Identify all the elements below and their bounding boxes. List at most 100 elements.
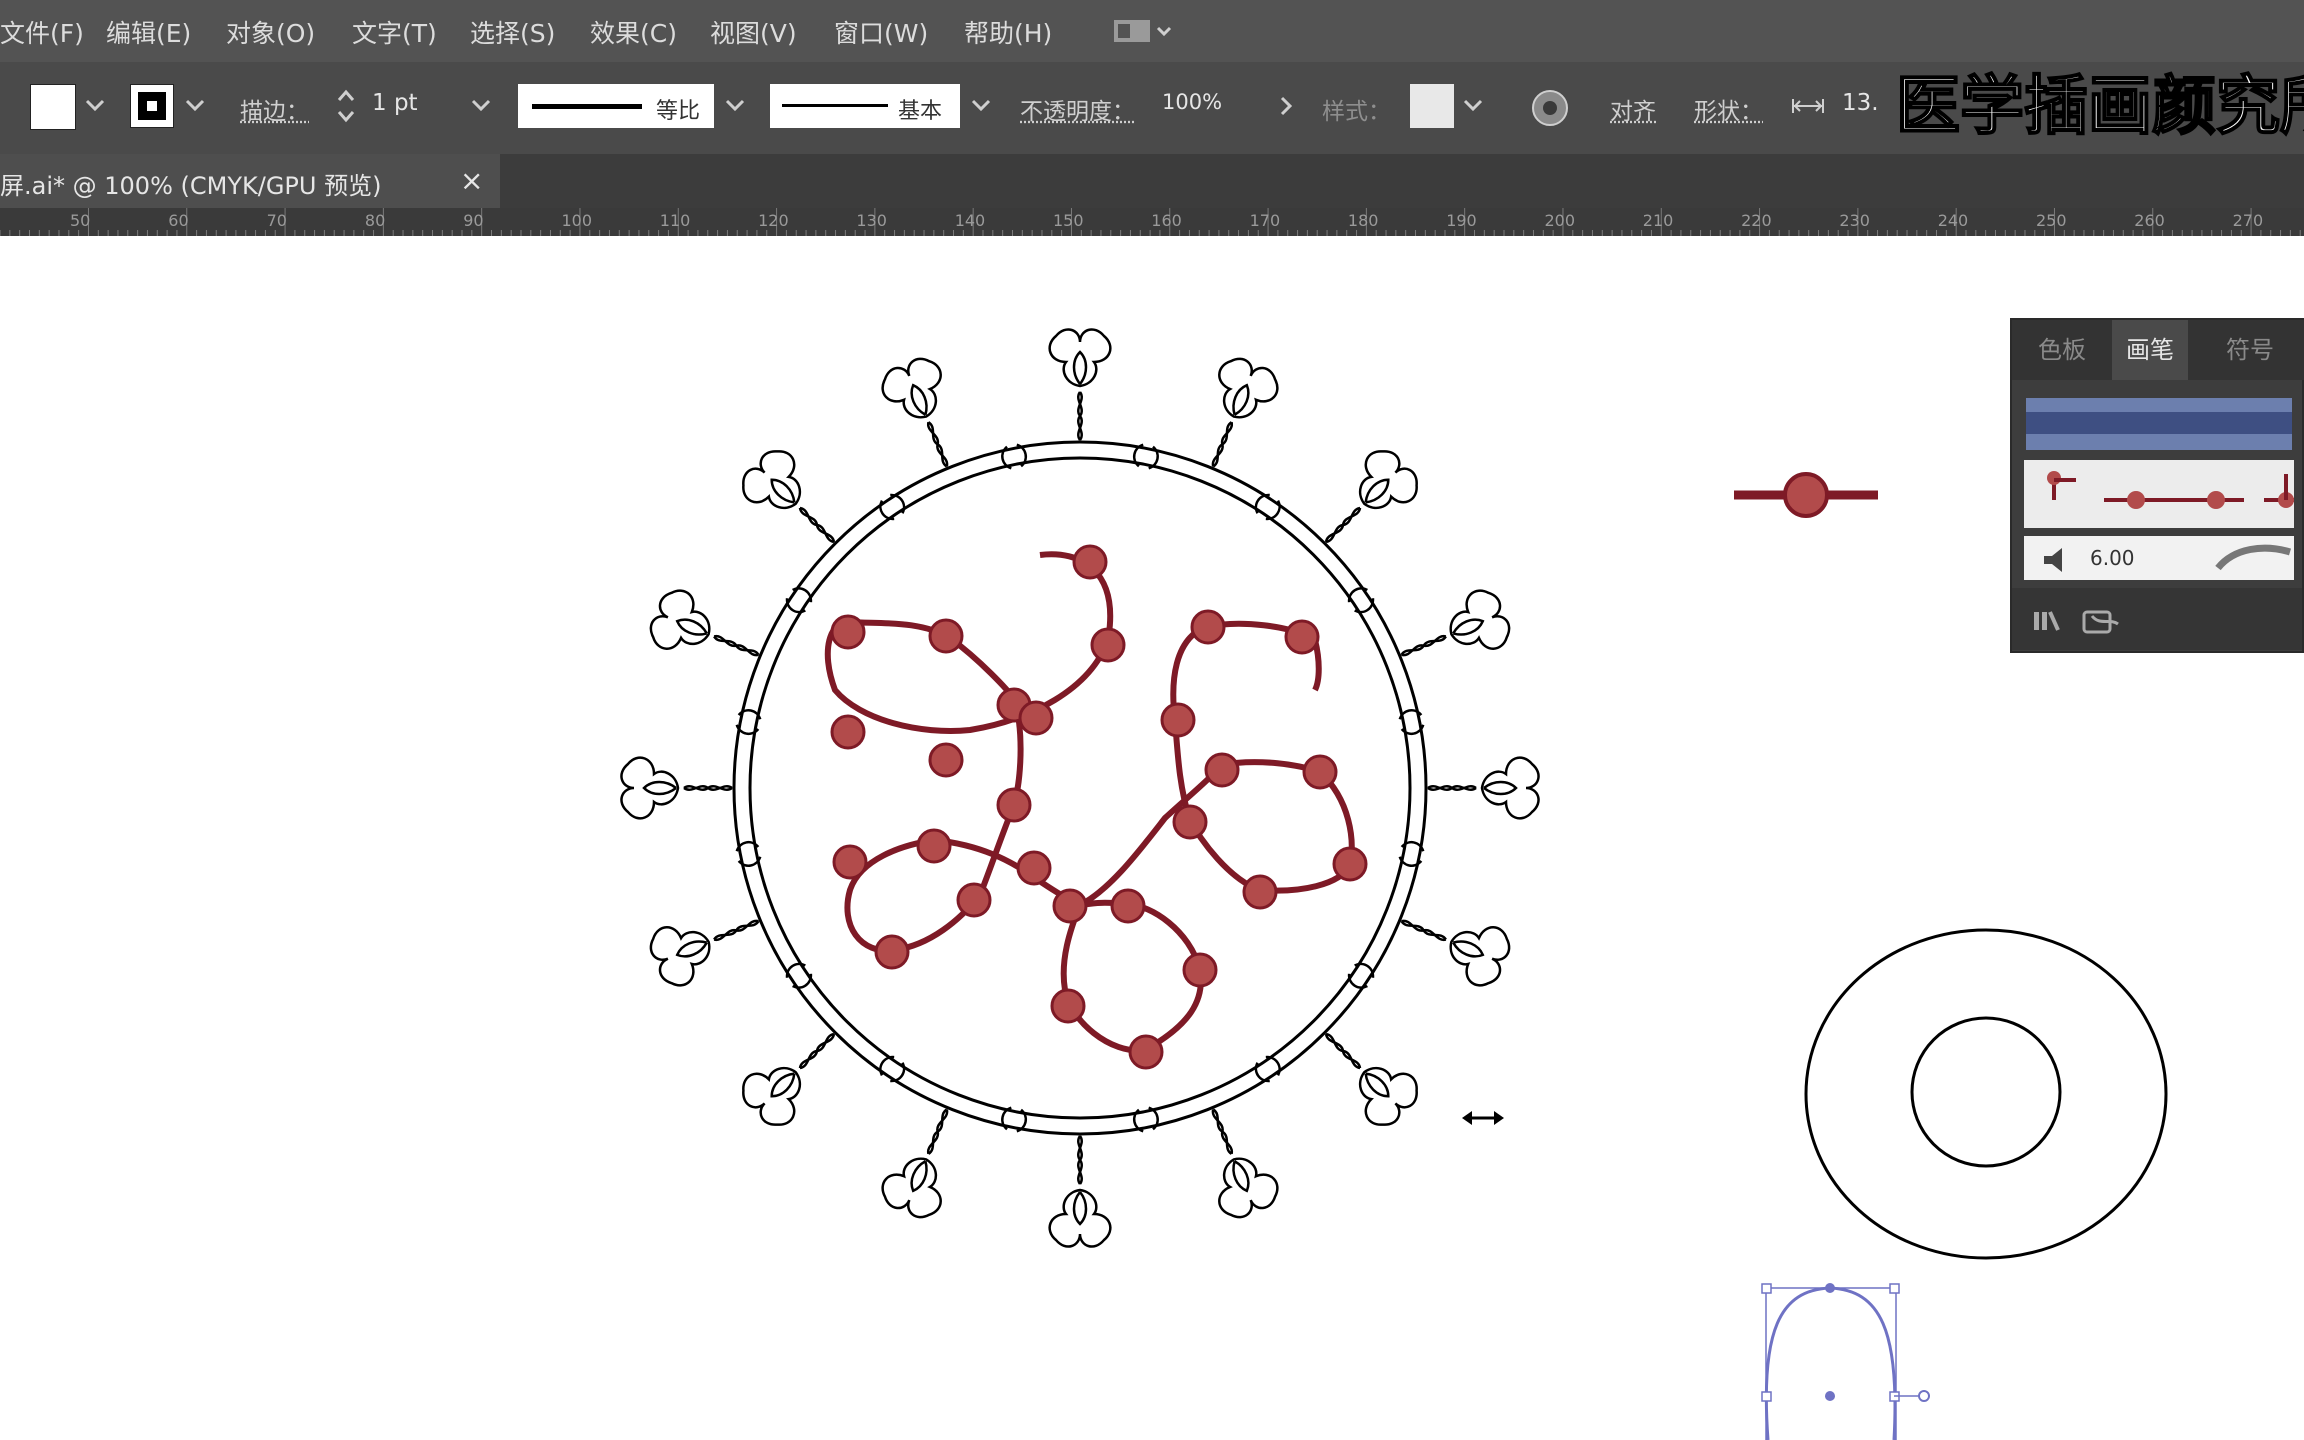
brush-stroke-value: 6.00 [2090, 546, 2135, 570]
menu-help[interactable]: 帮助(H) [964, 14, 1052, 50]
menu-window[interactable]: 窗口(W) [834, 14, 928, 50]
rna-bead [1054, 890, 1086, 922]
ruler-label: 130 [856, 211, 887, 230]
menu-object[interactable]: 对象(O) [226, 14, 315, 50]
tab-swatches[interactable]: 色板 [2024, 320, 2100, 380]
spike-protein-icon [876, 353, 974, 478]
stroke-swatch[interactable] [130, 84, 174, 128]
virus-illustration[interactable] [621, 329, 1538, 1246]
rna-bead [930, 620, 962, 652]
spike-protein-icon [1305, 442, 1426, 563]
shape-width-field[interactable]: 13. [1842, 90, 1879, 116]
ruler-label: 60 [168, 211, 188, 230]
artwork[interactable] [0, 236, 2304, 1440]
rna-strand[interactable] [828, 546, 1366, 1068]
ruler-label: 120 [758, 211, 789, 230]
ruler-label: 150 [1053, 211, 1084, 230]
rna-bead [1020, 702, 1052, 734]
style-dropdown-icon[interactable] [1462, 96, 1484, 114]
rna-bead [1130, 1036, 1162, 1068]
fill-dropdown-chevron-icon[interactable] [84, 96, 106, 114]
stroke-label[interactable]: 描边： [240, 92, 309, 126]
ruler-label: 240 [1938, 211, 1969, 230]
shape-label[interactable]: 形状： [1694, 92, 1763, 126]
menu-type[interactable]: 文字(T) [352, 14, 437, 50]
spike-protein-icon [1050, 1136, 1111, 1247]
rna-bead [1162, 704, 1194, 736]
spike-protein-icon [1390, 893, 1515, 991]
tab-brushes[interactable]: 画笔 [2112, 320, 2188, 380]
calligraphic-brush-row[interactable]: 6.00 [2024, 536, 2294, 580]
profile-label: 等比 [656, 93, 700, 125]
brush-preview-stroke[interactable] [1734, 474, 1878, 516]
rna-bead [1206, 754, 1238, 786]
opacity-expand-chevron-icon[interactable] [1278, 94, 1294, 118]
opacity-field[interactable]: 100% [1162, 90, 1222, 114]
stroke-weight-stepper-icon[interactable] [336, 86, 356, 126]
profile-dropdown-icon[interactable] [724, 96, 746, 114]
close-tab-icon[interactable]: × [460, 164, 483, 197]
ruler-label: 220 [1741, 211, 1772, 230]
spike-protein-icon [734, 1013, 855, 1134]
rna-bead [1184, 954, 1216, 986]
envelope-protein-icon [1252, 491, 1284, 522]
concentric-circles[interactable] [1806, 930, 2166, 1258]
ruler-label: 110 [660, 211, 691, 230]
brush-dropdown-icon[interactable] [970, 96, 992, 114]
spike-protein-icon [621, 758, 732, 819]
ruler-label: 100 [562, 211, 593, 230]
ruler-label: 170 [1250, 211, 1281, 230]
envelope-protein-icon [1345, 960, 1376, 992]
graphic-style-swatch[interactable] [1410, 84, 1454, 128]
tab-symbols[interactable]: 符号 [2212, 320, 2288, 380]
rna-bead [998, 789, 1030, 821]
menu-edit[interactable]: 编辑(E) [106, 14, 191, 50]
document-tab-bar: 屏.ai* @ 100% (CMYK/GPU 预览) × [0, 154, 2304, 208]
ruler-label: 80 [365, 211, 385, 230]
opacity-label[interactable]: 不透明度： [1020, 92, 1135, 126]
spike-protein-icon [645, 893, 770, 991]
menu-bar: 文件(F) 编辑(E) 对象(O) 文字(T) 选择(S) 效果(C) 视图(V… [0, 0, 2304, 62]
menu-file[interactable]: 文件(F) [0, 14, 84, 50]
spike-protein-icon [876, 1098, 974, 1223]
fill-swatch[interactable] [30, 84, 76, 130]
brush-library-menu-icon[interactable] [2082, 606, 2122, 636]
menu-effect[interactable]: 效果(C) [590, 14, 677, 50]
stroke-dropdown-chevron-icon[interactable] [184, 96, 206, 114]
stroke-weight-dropdown-icon[interactable] [470, 96, 492, 114]
ruler-label: 250 [2036, 211, 2067, 230]
stroke-weight-field[interactable]: 1 pt [372, 90, 418, 116]
rna-bead [1018, 852, 1050, 884]
brush-definition[interactable]: 基本 [770, 84, 960, 128]
art-brush-row[interactable] [2024, 460, 2294, 528]
document-tab[interactable]: 屏.ai* @ 100% (CMYK/GPU 预览) × [0, 154, 500, 208]
rna-bead [1074, 546, 1106, 578]
rna-bead [1174, 806, 1206, 838]
variable-width-profile[interactable]: 等比 [518, 84, 714, 128]
ruler-label: 270 [2233, 211, 2264, 230]
envelope-protein-icon [783, 960, 814, 992]
ruler-label: 230 [1839, 211, 1870, 230]
ruler-label: 260 [2134, 211, 2165, 230]
align-label[interactable]: 对齐 [1610, 92, 1656, 126]
menu-view[interactable]: 视图(V) [710, 14, 797, 50]
artboard-canvas[interactable] [0, 236, 2304, 1440]
watermark-text: 医学插画颜究所 [1896, 66, 2304, 148]
envelope-protein-icon [876, 1053, 908, 1084]
ruler-label: 160 [1151, 211, 1182, 230]
selected-ellipse[interactable] [1762, 1283, 1929, 1440]
ruler-label: 50 [70, 211, 90, 230]
rna-bead [1286, 621, 1318, 653]
workspace-switcher-icon[interactable] [1112, 16, 1172, 46]
recolor-artwork-icon[interactable] [1528, 86, 1572, 130]
menu-select[interactable]: 选择(S) [470, 14, 555, 50]
rna-bead [834, 846, 866, 878]
ruler-label: 140 [955, 211, 986, 230]
pattern-brush-swatch[interactable] [2026, 398, 2292, 450]
spike-protein-icon [645, 584, 770, 682]
horizontal-ruler[interactable]: 50 60 70 80 90 100 110 120 130 140 150 160 170 180 190… [0, 208, 2304, 236]
ruler-label: 200 [1545, 211, 1576, 230]
bead-brush-swatches[interactable] [2024, 460, 2294, 528]
brush-libraries-icon[interactable] [2032, 608, 2062, 634]
spike-protein-icon [1428, 758, 1539, 819]
